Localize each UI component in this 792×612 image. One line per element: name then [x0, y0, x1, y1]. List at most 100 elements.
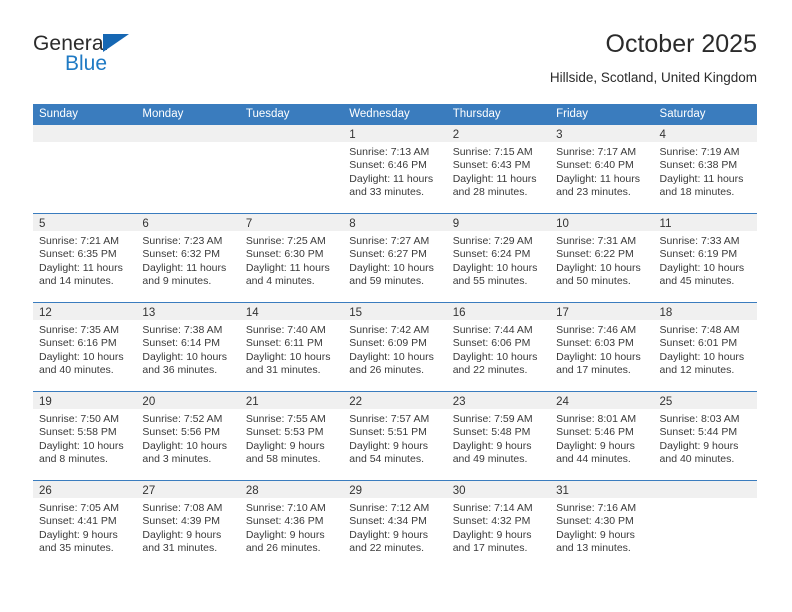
day-number: 19: [39, 396, 52, 408]
calendar-day-cell[interactable]: 10 Sunrise: 7:31 AM Sunset: 6:22 PM Dayligh…: [550, 214, 654, 302]
sun-info: Sunrise: 7:27 AM Sunset: 6:27 PM Daylight:…: [343, 231, 446, 289]
daylight-text-line2: and 12 minutes.: [659, 364, 735, 377]
calendar-day-cell[interactable]: 24 Sunrise: 8:01 AM Sunset: 5:46 PM Dayligh…: [550, 392, 654, 480]
calendar-day-cell[interactable]: 29 Sunrise: 7:12 AM Sunset: 4:34 PM Dayligh…: [343, 481, 447, 570]
calendar-day-cell[interactable]: 5 Sunrise: 7:21 AM Sunset: 6:35 PM Daylight…: [33, 214, 137, 302]
page-title: October 2025: [605, 30, 758, 58]
calendar-day-cell[interactable]: 7 Sunrise: 7:25 AM Sunset: 6:30 PM Daylight…: [239, 214, 344, 302]
sunset-text: Sunset: 6:22 PM: [556, 248, 634, 261]
calendar-day-cell[interactable]: 22 Sunrise: 7:57 AM Sunset: 5:51 PM Dayligh…: [343, 392, 447, 480]
daylight-text-line1: Daylight: 11 hours: [349, 172, 434, 185]
sunset-text: Sunset: 4:32 PM: [452, 515, 531, 528]
day-number: 5: [39, 218, 46, 230]
daylight-text-line1: Daylight: 9 hours: [659, 439, 739, 452]
calendar-day-cell[interactable]: 15 Sunrise: 7:42 AM Sunset: 6:09 PM Dayligh…: [343, 303, 447, 391]
daylight-text-line1: Daylight: 10 hours: [349, 261, 434, 274]
calendar-day-cell[interactable]: 3 Sunrise: 7:17 AM Sunset: 6:40 PM Daylight…: [550, 125, 654, 213]
day-number: 24: [556, 396, 569, 408]
sun-info: Sunrise: 7:17 AM Sunset: 6:40 PM Daylight:…: [550, 142, 653, 200]
daylight-text-line2: and 50 minutes.: [556, 275, 631, 288]
day-number-band: 24: [550, 392, 654, 409]
sun-info: Sunrise: 8:01 AM Sunset: 5:46 PM Daylight:…: [550, 409, 653, 467]
calendar-day-cell[interactable]: 27 Sunrise: 7:08 AM Sunset: 4:39 PM Dayligh…: [136, 481, 240, 570]
sun-info: Sunrise: 7:05 AM Sunset: 4:41 PM Daylight:…: [33, 498, 136, 556]
daylight-text-line1: Daylight: 10 hours: [245, 350, 331, 363]
day-number-band: [653, 481, 757, 498]
calendar-day-cell[interactable]: 2 Sunrise: 7:15 AM Sunset: 6:43 PM Daylight…: [446, 125, 551, 213]
day-number-band: 6: [136, 214, 240, 231]
calendar-day-cell[interactable]: 17 Sunrise: 7:46 AM Sunset: 6:03 PM Dayligh…: [550, 303, 654, 391]
day-number-band: 25: [653, 392, 757, 409]
daylight-text-line1: Daylight: 9 hours: [245, 528, 325, 541]
calendar-weeks: 1 Sunrise: 7:13 AM Sunset: 6:46 PM Daylight…: [33, 125, 757, 570]
daylight-text-line2: and 40 minutes.: [659, 453, 735, 466]
calendar-day-cell[interactable]: 18 Sunrise: 7:48 AM Sunset: 6:01 PM Dayligh…: [653, 303, 757, 391]
calendar-day-cell[interactable]: 19 Sunrise: 7:50 AM Sunset: 5:58 PM Dayligh…: [33, 392, 137, 480]
sun-info: Sunrise: 7:23 AM Sunset: 6:32 PM Daylight:…: [136, 231, 239, 289]
day-number-band: 30: [446, 481, 551, 498]
daylight-text-line2: and 44 minutes.: [556, 453, 631, 466]
calendar-day-cell[interactable]: 13 Sunrise: 7:38 AM Sunset: 6:14 PM Dayligh…: [136, 303, 240, 391]
sunrise-text: Sunrise: 7:44 AM: [452, 324, 533, 336]
calendar-day-cell[interactable]: 16 Sunrise: 7:44 AM Sunset: 6:06 PM Dayligh…: [446, 303, 551, 391]
calendar-day-cell[interactable]: 1 Sunrise: 7:13 AM Sunset: 6:46 PM Daylight…: [343, 125, 447, 213]
sun-info: Sunrise: 7:13 AM Sunset: 6:46 PM Daylight:…: [343, 142, 446, 200]
calendar-day-cell[interactable]: 12 Sunrise: 7:35 AM Sunset: 6:16 PM Dayligh…: [33, 303, 137, 391]
day-number-band: 17: [550, 303, 654, 320]
sunset-text: Sunset: 6:43 PM: [452, 159, 531, 172]
sunset-text: Sunset: 6:09 PM: [349, 337, 427, 350]
calendar-day-cell[interactable]: 21 Sunrise: 7:55 AM Sunset: 5:53 PM Dayligh…: [239, 392, 344, 480]
day-number: 6: [142, 218, 149, 230]
daylight-text-line1: Daylight: 9 hours: [39, 528, 118, 541]
daylight-text-line2: and 45 minutes.: [659, 275, 735, 288]
calendar-day-cell[interactable]: 8 Sunrise: 7:27 AM Sunset: 6:27 PM Daylight…: [343, 214, 447, 302]
page-header: General Blue October 2025 Hillside, Scot…: [33, 28, 757, 100]
daylight-text-line1: Daylight: 10 hours: [39, 439, 124, 452]
day-number: 17: [556, 307, 569, 319]
day-number-band: 9: [446, 214, 551, 231]
daylight-text-line1: Daylight: 9 hours: [349, 528, 429, 541]
calendar-day-cell[interactable]: 31 Sunrise: 7:16 AM Sunset: 4:30 PM Dayligh…: [550, 481, 654, 570]
day-number-band: 2: [446, 125, 551, 142]
sun-info: Sunrise: 7:44 AM Sunset: 6:06 PM Daylight:…: [447, 320, 550, 378]
calendar-day-cell[interactable]: 6 Sunrise: 7:23 AM Sunset: 6:32 PM Daylight…: [136, 214, 240, 302]
sunset-text: Sunset: 5:48 PM: [452, 426, 531, 439]
sun-info: Sunrise: 7:55 AM Sunset: 5:53 PM Daylight:…: [240, 409, 343, 467]
daylight-text-line2: and 4 minutes.: [245, 275, 315, 288]
sun-info: Sunrise: 7:15 AM Sunset: 6:43 PM Daylight:…: [447, 142, 550, 200]
calendar-day-cell[interactable]: 25 Sunrise: 8:03 AM Sunset: 5:44 PM Dayligh…: [653, 392, 757, 480]
sun-info: Sunrise: 7:25 AM Sunset: 6:30 PM Daylight:…: [240, 231, 343, 289]
day-number-band: 10: [550, 214, 654, 231]
sunset-text: Sunset: 5:44 PM: [659, 426, 738, 439]
calendar-day-cell[interactable]: 14 Sunrise: 7:40 AM Sunset: 6:11 PM Dayligh…: [239, 303, 344, 391]
general-blue-logo[interactable]: General Blue: [33, 32, 153, 84]
sunrise-text: Sunrise: 7:08 AM: [142, 502, 223, 514]
daylight-text-line1: Daylight: 9 hours: [142, 528, 222, 541]
sunset-text: Sunset: 5:46 PM: [556, 426, 634, 439]
daylight-text-line1: Daylight: 11 hours: [142, 261, 227, 274]
calendar-day-cell[interactable]: 30 Sunrise: 7:14 AM Sunset: 4:32 PM Dayligh…: [446, 481, 551, 570]
daylight-text-line2: and 8 minutes.: [39, 453, 108, 466]
daylight-text-line2: and 31 minutes.: [142, 542, 218, 555]
daylight-text-line2: and 3 minutes.: [142, 453, 212, 466]
sunrise-text: Sunrise: 7:42 AM: [349, 324, 430, 336]
day-number: 28: [245, 485, 259, 497]
calendar-day-cell[interactable]: 23 Sunrise: 7:59 AM Sunset: 5:48 PM Dayligh…: [446, 392, 551, 480]
weekday-header-friday: Friday: [556, 108, 589, 120]
daylight-text-line2: and 49 minutes.: [452, 453, 528, 466]
day-number: 10: [556, 218, 569, 230]
sunset-text: Sunset: 6:35 PM: [39, 248, 117, 261]
title-block: October 2025 Hillside, Scotland, United …: [550, 28, 757, 88]
calendar-day-cell[interactable]: 28 Sunrise: 7:10 AM Sunset: 4:36 PM Dayligh…: [239, 481, 344, 570]
calendar-week-row: 12 Sunrise: 7:35 AM Sunset: 6:16 PM Dayligh…: [33, 303, 757, 392]
calendar-day-cell[interactable]: 20 Sunrise: 7:52 AM Sunset: 5:56 PM Dayligh…: [136, 392, 240, 480]
daylight-text-line2: and 36 minutes.: [142, 364, 218, 377]
calendar-day-cell[interactable]: 11 Sunrise: 7:33 AM Sunset: 6:19 PM Dayligh…: [653, 214, 757, 302]
daylight-text-line2: and 28 minutes.: [452, 186, 528, 199]
calendar-day-cell[interactable]: 4 Sunrise: 7:19 AM Sunset: 6:38 PM Daylight…: [653, 125, 757, 213]
calendar-day-cell[interactable]: 26 Sunrise: 7:05 AM Sunset: 4:41 PM Dayligh…: [33, 481, 137, 570]
calendar-day-cell[interactable]: 9 Sunrise: 7:29 AM Sunset: 6:24 PM Daylight…: [446, 214, 551, 302]
daylight-text-line1: Daylight: 9 hours: [452, 439, 532, 452]
sunrise-text: Sunrise: 8:01 AM: [556, 413, 637, 425]
sun-info: Sunrise: 7:38 AM Sunset: 6:14 PM Daylight:…: [136, 320, 239, 378]
